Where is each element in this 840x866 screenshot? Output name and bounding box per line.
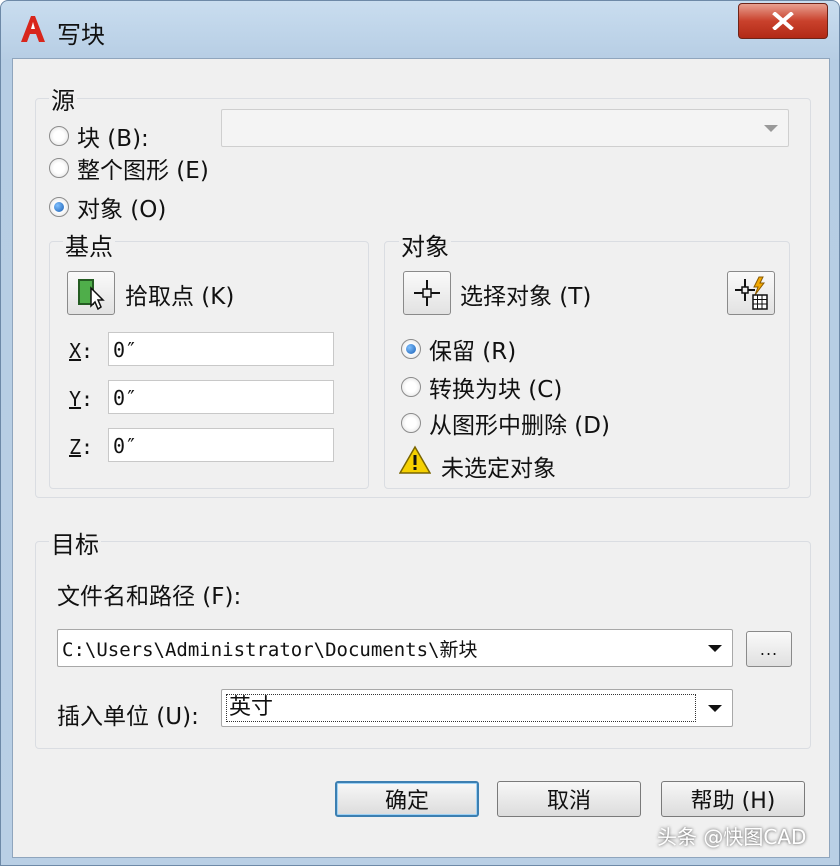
- quick-select-button[interactable]: [727, 271, 775, 315]
- radio-retain-label: 保留 (R): [429, 339, 517, 365]
- pick-point-label: 拾取点 (K): [125, 284, 235, 310]
- pick-point-button[interactable]: [67, 271, 115, 315]
- destination-group-label: 目标: [49, 525, 101, 560]
- units-label: 插入单位 (U):: [57, 704, 199, 730]
- z-label: Z:: [69, 435, 94, 459]
- radio-retain[interactable]: 保留 (R): [401, 332, 516, 366]
- cancel-button[interactable]: 取消: [497, 781, 641, 817]
- help-button[interactable]: 帮助 (H): [661, 781, 805, 817]
- browse-button[interactable]: ...: [746, 631, 792, 667]
- radio-block-label: 块 (B):: [77, 126, 149, 152]
- basepoint-group-label: 基点: [63, 227, 115, 262]
- radio-objects-label: 对象 (O): [77, 197, 167, 223]
- quick-select-icon: [735, 276, 768, 310]
- block-name-combo[interactable]: [221, 109, 789, 147]
- chevron-down-icon: [764, 125, 778, 132]
- radio-retain-indicator: [401, 339, 421, 359]
- radio-objects[interactable]: 对象 (O): [49, 190, 166, 224]
- objects-group-label: 对象: [399, 227, 451, 262]
- close-icon: [772, 12, 794, 30]
- window-title: 写块: [57, 21, 105, 49]
- close-button[interactable]: [738, 3, 828, 39]
- file-path-combo[interactable]: C:\Users\Administrator\Documents\新块: [57, 629, 733, 667]
- chevron-down-icon: [708, 645, 722, 652]
- radio-convert-label: 转换为块 (C): [429, 377, 563, 403]
- radio-entire-label: 整个图形 (E): [77, 158, 209, 184]
- no-objects-warning: 未选定对象: [441, 456, 556, 482]
- radio-delete-from-drawing[interactable]: 从图形中删除 (D): [401, 406, 610, 440]
- warning-icon: [399, 445, 431, 474]
- insert-units-combo[interactable]: 英寸: [221, 689, 733, 727]
- autocad-logo-icon: [21, 16, 45, 42]
- radio-convert-to-block[interactable]: 转换为块 (C): [401, 370, 562, 404]
- chevron-down-icon: [708, 705, 722, 712]
- radio-entire-drawing[interactable]: 整个图形 (E): [49, 151, 209, 185]
- x-field[interactable]: 0″: [108, 332, 334, 366]
- insert-units-value: 英寸: [226, 694, 696, 722]
- ok-button[interactable]: 确定: [335, 781, 479, 817]
- radio-delete-label: 从图形中删除 (D): [429, 413, 610, 439]
- title-bar[interactable]: 写块: [1, 1, 839, 57]
- source-group-label: 源: [49, 81, 77, 116]
- path-label: 文件名和路径 (F):: [57, 584, 242, 610]
- file-path-value: C:\Users\Administrator\Documents\新块: [62, 638, 478, 661]
- crosshair-icon: [414, 280, 440, 306]
- select-objects-button[interactable]: [403, 271, 451, 315]
- y-label: Y:: [69, 387, 94, 411]
- x-label: X:: [69, 339, 94, 363]
- radio-entire-indicator: [49, 158, 69, 178]
- write-block-dialog: 写块 源 块 (B): 整个图形 (E) 对象 (O) 基点 拾取点 (K) X…: [0, 0, 840, 866]
- z-field[interactable]: 0″: [108, 428, 334, 462]
- watermark: 头条 @快图CAD: [657, 825, 807, 849]
- y-field[interactable]: 0″: [108, 380, 334, 414]
- radio-block[interactable]: 块 (B):: [49, 119, 149, 153]
- radio-delete-indicator: [401, 413, 421, 433]
- radio-block-indicator: [49, 126, 69, 146]
- radio-objects-indicator: [49, 197, 69, 217]
- radio-convert-indicator: [401, 377, 421, 397]
- pick-point-icon: [78, 279, 105, 310]
- select-objects-label: 选择对象 (T): [460, 284, 592, 310]
